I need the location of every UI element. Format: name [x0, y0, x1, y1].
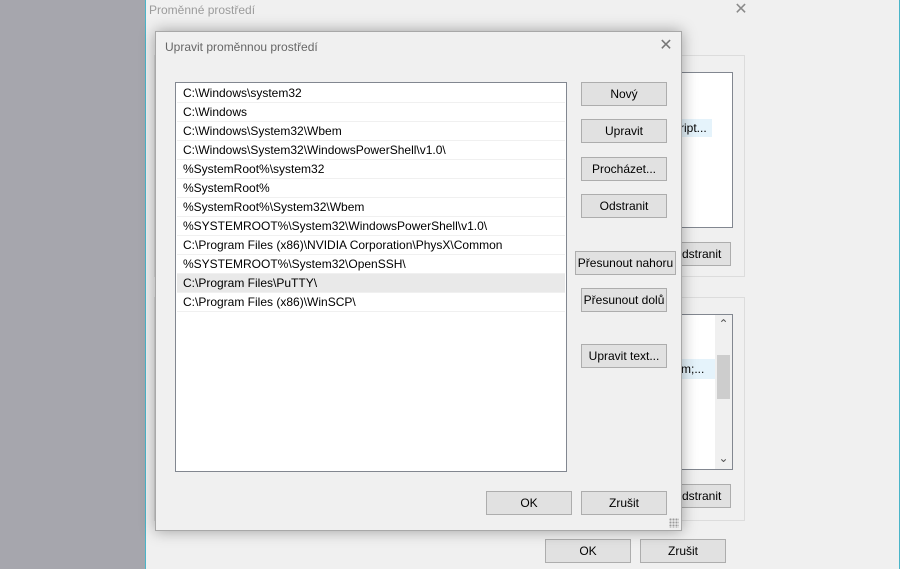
scroll-down-arrow-icon[interactable]: ⌄ — [715, 451, 732, 465]
path-list-item[interactable]: C:\Program Files\PuTTY\ — [177, 274, 565, 293]
path-list-item[interactable]: %SystemRoot%\System32\Wbem — [177, 198, 565, 217]
ok-button[interactable]: OK — [486, 491, 572, 515]
delete-button-label: Odstranit — [599, 199, 649, 213]
delete-button[interactable]: Odstranit — [581, 194, 667, 218]
outer-ok-label: OK — [579, 544, 597, 558]
edit-button[interactable]: Upravit — [581, 119, 667, 143]
cancel-button[interactable]: Zrušit — [581, 491, 667, 515]
edit-environment-variable-dialog: Upravit proměnnou prostředí ✕ C:\Windows… — [155, 31, 682, 531]
move-up-button-label: Přesunout nahoru — [577, 256, 674, 270]
outer-close-icon[interactable]: ✕ — [731, 1, 751, 19]
scroll-up-arrow-icon[interactable]: ⌃ — [715, 317, 732, 331]
edit-text-button[interactable]: Upravit text... — [581, 344, 667, 368]
user-variables-row-text: ript... — [680, 121, 707, 135]
path-list-item[interactable]: C:\Windows\System32\Wbem — [177, 122, 565, 141]
path-list-item[interactable]: C:\Windows — [177, 103, 565, 122]
path-list-item[interactable]: C:\Windows\system32 — [177, 84, 565, 103]
system-variables-row-text: m;... — [681, 362, 705, 376]
path-list-item[interactable]: C:\Program Files (x86)\NVIDIA Corporatio… — [177, 236, 565, 255]
path-list-item[interactable]: %SystemRoot%\system32 — [177, 160, 565, 179]
path-list-item[interactable]: C:\Windows\System32\WindowsPowerShell\v1… — [177, 141, 565, 160]
user-delete-button[interactable]: dstranit — [676, 242, 731, 266]
new-button[interactable]: Nový — [581, 82, 667, 106]
scrollbar-thumb[interactable] — [717, 355, 730, 399]
edit-dialog-title: Upravit proměnnou prostředí — [165, 40, 318, 54]
new-button-label: Nový — [610, 87, 638, 101]
user-delete-button-label: dstranit — [682, 247, 722, 261]
path-list-item[interactable]: %SYSTEMROOT%\System32\OpenSSH\ — [177, 255, 565, 274]
edit-text-button-label: Upravit text... — [588, 349, 660, 363]
path-list[interactable]: C:\Windows\system32 C:\Windows C:\Windows\… — [175, 82, 567, 472]
outer-cancel-button[interactable]: Zrušit — [640, 539, 726, 563]
edit-button-label: Upravit — [604, 124, 643, 138]
resize-grip-icon[interactable] — [669, 518, 679, 528]
path-list-item[interactable]: %SystemRoot% — [177, 179, 565, 198]
system-delete-button[interactable]: dstranit — [676, 484, 731, 508]
move-down-button[interactable]: Přesunout dolů — [581, 288, 667, 312]
move-up-button[interactable]: Přesunout nahoru — [575, 251, 676, 275]
outer-ok-button[interactable]: OK — [545, 539, 631, 563]
path-list-item[interactable]: C:\Program Files (x86)\WinSCP\ — [177, 293, 565, 312]
cancel-button-label: Zrušit — [609, 496, 639, 510]
ok-button-label: OK — [520, 496, 538, 510]
system-variables-scrollbar[interactable]: ⌃ ⌄ — [715, 315, 732, 469]
browse-button-label: Procházet... — [591, 162, 657, 176]
system-delete-button-label: dstranit — [682, 489, 722, 503]
outer-cancel-label: Zrušit — [668, 544, 698, 558]
close-icon[interactable]: ✕ — [656, 37, 676, 55]
browse-button[interactable]: Procházet... — [581, 157, 667, 181]
move-down-button-label: Přesunout dolů — [583, 293, 665, 307]
path-list-item[interactable]: %SYSTEMROOT%\System32\WindowsPowerShell\… — [177, 217, 565, 236]
outer-dialog-title: Proměnné prostředí — [149, 3, 256, 17]
